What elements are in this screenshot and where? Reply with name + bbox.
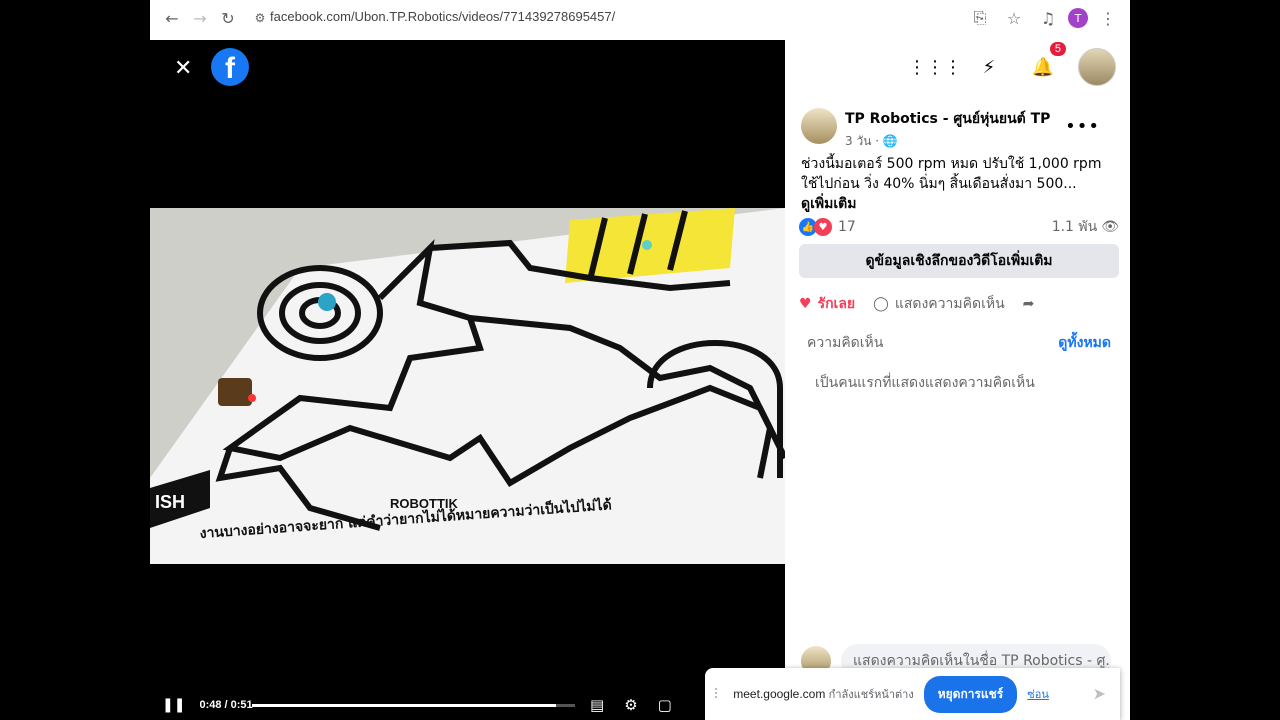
share-arrow-icon: ➦ xyxy=(1022,296,1035,312)
browser-toolbar: ← → ↻ ⚙ facebook.com/Ubon.TP.Robotics/vi… xyxy=(150,0,1130,36)
stop-sharing-button[interactable]: หยุดการแชร์ xyxy=(923,675,1018,713)
video-panel: ✕ f ISH ROBOTTIK งานบางอย่างอาจจะยาก แต่… xyxy=(150,40,785,720)
notifications-bell-icon[interactable]: 🔔 5 xyxy=(1024,42,1066,86)
captions-icon[interactable]: ▤ xyxy=(590,696,604,714)
post-time[interactable]: 3 วัน · xyxy=(845,134,879,148)
meet-host: meet.google.com xyxy=(733,687,826,701)
drag-handle-icon[interactable]: ⠇ xyxy=(713,686,723,703)
settings-gear-icon[interactable]: ⚙ xyxy=(624,696,637,714)
share-button[interactable]: ➦ xyxy=(1023,296,1035,312)
post-header: TP Robotics - ศูนย์หุ่นยนต์ TP 3 วัน · 🌐 xyxy=(801,108,1050,151)
video-frame[interactable]: ISH ROBOTTIK งานบางอย่างอาจจะยาก แต่คำว่… xyxy=(150,208,785,564)
reaction-summary: 👍 ♥ 17 1.1 พัน 👁 xyxy=(799,216,1119,238)
comment-bubble-icon: ◯ xyxy=(873,296,889,312)
profile-avatar[interactable]: T xyxy=(1068,8,1088,28)
picture-in-picture-icon[interactable]: ▢ xyxy=(658,696,672,714)
toolbar-actions: ⎘ ☆ ♫ T ⋮ xyxy=(966,4,1122,32)
media-control-icon[interactable]: ♫ xyxy=(1034,4,1062,32)
progress-bar[interactable] xyxy=(252,704,575,707)
menu-grid-icon[interactable]: ⋮⋮⋮ xyxy=(908,48,962,86)
page-name[interactable]: TP Robotics - ศูนย์หุ่นยนต์ TP xyxy=(845,108,1050,130)
messenger-icon[interactable]: ⚡ xyxy=(970,48,1008,86)
post-actions: ♥ รักเลย ◯ แสดงความคิดเห็น ➦ xyxy=(799,286,1119,322)
blue-object xyxy=(318,293,336,311)
hide-bar-link[interactable]: ซ่อน xyxy=(1027,685,1049,703)
video-scene: ISH ROBOTTIK งานบางอย่างอาจจะยาก แต่คำว่… xyxy=(150,208,785,564)
account-avatar[interactable] xyxy=(1078,48,1116,86)
notification-badge: 5 xyxy=(1049,42,1066,56)
share-status: meet.google.com กำลังแชร์หน้าต่าง xyxy=(733,685,913,703)
reload-icon[interactable]: ↻ xyxy=(214,4,242,32)
view-count: 1.1 พัน xyxy=(1051,219,1098,235)
facebook-logo-icon[interactable]: f xyxy=(211,48,249,86)
comments-title: ความคิดเห็น xyxy=(807,335,884,351)
video-insights-button[interactable]: ดูข้อมูลเชิงลึกของวิดีโอเพิ่มเติม xyxy=(799,244,1119,278)
post-meta: 3 วัน · 🌐 xyxy=(845,132,1050,151)
comments-header: ความคิดเห็น ดูทั้งหมด xyxy=(807,332,1111,354)
post-text: ช่วงนี้มอเตอร์ 500 rpm หมด ปรับใช้ 1,000… xyxy=(801,154,1116,214)
forward-icon[interactable]: → xyxy=(186,4,214,32)
install-icon[interactable]: ⎘ xyxy=(966,4,994,32)
close-icon[interactable]: ✕ xyxy=(174,56,192,81)
love-button[interactable]: ♥ รักเลย xyxy=(799,293,855,315)
sharing-text: กำลังแชร์หน้าต่าง xyxy=(828,689,914,701)
view-all-comments-link[interactable]: ดูทั้งหมด xyxy=(1058,332,1111,354)
browser-window: ← → ↻ ⚙ facebook.com/Ubon.TP.Robotics/vi… xyxy=(150,0,1130,720)
bookmark-star-icon[interactable]: ☆ xyxy=(1000,4,1028,32)
progress-fill xyxy=(252,704,556,707)
pause-icon[interactable]: ❚❚ xyxy=(162,697,185,713)
see-more-link[interactable]: ดูเพิ่มเติม xyxy=(801,196,856,212)
back-icon[interactable]: ← xyxy=(158,4,186,32)
heart-icon: ♥ xyxy=(799,296,812,312)
screen-share-bar: ⠇ meet.google.com กำลังแชร์หน้าต่าง หยุด… xyxy=(705,668,1120,720)
url-host: facebook.com xyxy=(270,9,351,24)
header-icons: ⋮⋮⋮ ⚡ 🔔 5 xyxy=(908,42,1116,86)
empty-comments-text: เป็นคนแรกที่แสดงแสดงความคิดเห็น xyxy=(815,375,1035,391)
menu-dots-icon[interactable]: ⋮ xyxy=(1094,4,1122,32)
more-options-icon[interactable]: ••• xyxy=(1065,116,1100,137)
comment-button[interactable]: ◯ แสดงความคิดเห็น xyxy=(873,293,1005,315)
video-time: 0:48 / 0:51 xyxy=(199,699,253,711)
url-path: /Ubon.TP.Robotics/videos/771439278695457… xyxy=(350,9,616,24)
finish-text: ISH xyxy=(155,492,185,512)
globe-icon: 🌐 xyxy=(882,134,898,148)
video-controls: ❚❚ 0:48 / 0:51 ▤ ⚙ ▢ xyxy=(150,690,785,720)
love-label: รักเลย xyxy=(817,296,856,312)
reaction-count[interactable]: 17 xyxy=(838,219,856,235)
page-avatar[interactable] xyxy=(801,108,837,144)
address-bar[interactable]: facebook.com/Ubon.TP.Robotics/videos/771… xyxy=(270,9,615,24)
comment-label: แสดงความคิดเห็น xyxy=(894,296,1005,312)
post-body: ช่วงนี้มอเตอร์ 500 rpm หมด ปรับใช้ 1,000… xyxy=(801,156,1102,192)
send-icon[interactable]: ➤ xyxy=(1093,684,1106,704)
eye-icon: 👁 xyxy=(1101,219,1119,235)
robot xyxy=(218,378,252,406)
post-sidebar: ⋮⋮⋮ ⚡ 🔔 5 TP Robotics - ศูนย์หุ่นยนต์ TP… xyxy=(785,40,1130,720)
love-icon: ♥ xyxy=(814,218,832,236)
video-control-icons: ▤ ⚙ ▢ xyxy=(590,696,672,714)
